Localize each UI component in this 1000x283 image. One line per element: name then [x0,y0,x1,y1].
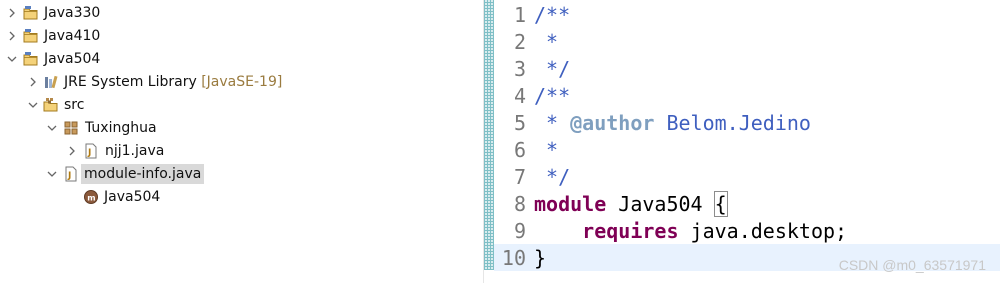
keyword: requires [582,218,679,243]
chevron-down-icon[interactable] [46,168,58,180]
jre-version-decorator: [JavaSE-19] [201,73,283,90]
quick-diff-ruler [484,0,494,270]
chevron-right-icon[interactable] [66,145,78,157]
chevron-down-icon[interactable] [46,122,58,134]
chevron-down-icon[interactable] [6,53,18,65]
tree-item-jre-system-library[interactable]: JRE System Library [JavaSE-19] [0,70,483,93]
tree-item-java330[interactable]: Java330 [0,1,483,24]
package-icon [63,120,79,136]
code-text: /** [534,83,571,108]
tree-item-label: Tuxinghua [85,119,157,136]
line-number: 7 [513,164,526,189]
code-line[interactable]: 7 */ [494,163,1000,190]
project-explorer: Java330 Java410 Java504 JRE System Libra… [0,0,484,283]
line-number: 9 [513,218,526,243]
code-line[interactable]: 2 * [494,28,1000,55]
code-text: * [534,29,559,54]
module-icon: m [83,189,99,205]
code-line[interactable]: 5 * @author Belom.Jedino [494,109,1000,136]
source-folder-icon [43,97,59,113]
code-text: /** [534,2,571,27]
line-number: 3 [513,56,526,81]
svg-text:m: m [87,193,95,202]
line-number: 6 [513,137,526,162]
code-line[interactable]: 3 */ [494,55,1000,82]
line-number: 8 [513,191,526,216]
tree-item-label: src [64,96,85,113]
line-number: 4 [513,83,526,108]
tree-item-src[interactable]: src [0,93,483,116]
code-text: * @author Belom.Jedino [534,110,811,135]
code-text: */ [534,56,571,81]
code-text: module Java504 { [534,190,728,217]
tree-item-label: module-info.java [81,163,205,184]
tree-item-module-info-java[interactable]: J module-info.java [0,162,483,185]
tree-item-module-java504[interactable]: m Java504 [0,185,483,208]
tree-item-label: Java330 [44,4,101,21]
java-project-icon [23,51,39,67]
tree-item-java504[interactable]: Java504 [0,47,483,70]
tree-item-tuxinghua[interactable]: Tuxinghua [0,116,483,139]
chevron-right-icon[interactable] [6,30,18,42]
code-line[interactable]: 4 /** [494,82,1000,109]
code-text: requires java.desktop; [582,218,848,243]
tree-item-java410[interactable]: Java410 [0,24,483,47]
code-line[interactable]: 6 * [494,136,1000,163]
code-line[interactable]: 1 /** [494,1,1000,28]
java-project-icon [23,28,39,44]
chevron-down-icon[interactable] [27,99,39,111]
tree-item-njj1-java[interactable]: J njj1.java [0,139,483,162]
library-icon [43,74,59,90]
line-number: 5 [513,110,526,135]
line-number: 10 [501,245,526,270]
java-file-icon: J [63,166,79,182]
tree-item-label: Java410 [44,27,101,44]
java-file-icon: J [83,143,99,159]
code-line[interactable]: 9 requires java.desktop; [494,217,1000,244]
javadoc-tag: @author [570,110,655,135]
svg-text:J: J [67,171,71,181]
tree-item-label: Java504 [104,188,161,205]
code-text: * [534,137,559,162]
tree-item-label: Java504 [44,50,101,67]
line-number: 2 [513,29,526,54]
code-editor[interactable]: 1 /** 2 * 3 */ 4 /** 5 * @author Belom.J… [494,0,1000,283]
keyword: module [534,191,607,216]
tree-item-label: njj1.java [105,142,165,159]
code-text: */ [534,164,571,189]
watermark: CSDN @m0_63571971 [838,257,986,273]
tree-item-label: JRE System Library [JavaSE-19] [64,73,283,90]
code-text: } [534,245,547,270]
matching-brace: { [713,190,728,217]
svg-text:J: J [87,148,91,158]
chevron-right-icon[interactable] [27,76,39,88]
chevron-right-icon[interactable] [6,7,18,19]
line-number: 1 [513,2,526,27]
code-line[interactable]: 8 module Java504 { [494,190,1000,217]
java-project-icon [23,5,39,21]
